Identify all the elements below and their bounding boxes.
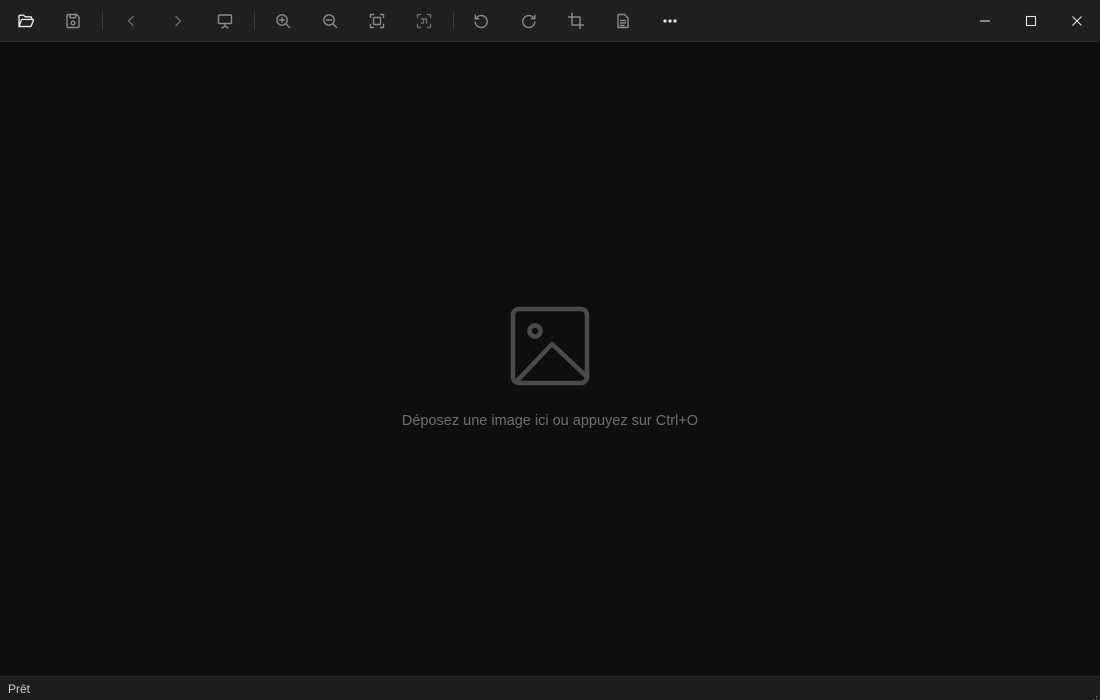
- close-button[interactable]: [1054, 0, 1100, 41]
- resize-grip-icon[interactable]: [1088, 689, 1098, 700]
- toolbar-separator: [453, 11, 454, 30]
- zoom-in-button[interactable]: [266, 4, 300, 38]
- document-info-icon: [617, 13, 629, 29]
- rotate-right-icon: [522, 14, 536, 29]
- slideshow-icon: [217, 14, 233, 29]
- toolbar-separator: [102, 11, 103, 30]
- crop-icon: [567, 12, 585, 30]
- chevron-left-icon: [127, 15, 134, 27]
- image-placeholder-icon: [510, 306, 590, 386]
- actual-size-button[interactable]: [407, 4, 441, 38]
- image-viewer-window: Déposez une image ici ou appuyez sur Ctr…: [0, 0, 1100, 700]
- rotate-left-button[interactable]: [464, 4, 498, 38]
- folder-open-icon: [18, 14, 35, 28]
- zoom-out-icon: [323, 14, 338, 29]
- status-text: Prêt: [8, 682, 31, 696]
- info-button[interactable]: [606, 4, 640, 38]
- actual-size-icon: [416, 13, 432, 29]
- more-button[interactable]: [653, 4, 687, 38]
- maximize-icon: [1025, 15, 1037, 26]
- save-button[interactable]: [56, 4, 90, 38]
- minimize-icon: [980, 19, 990, 22]
- minimize-button[interactable]: [962, 0, 1008, 41]
- rotate-left-icon: [474, 14, 488, 29]
- fit-to-window-button[interactable]: [360, 4, 394, 38]
- zoom-in-icon: [276, 14, 291, 29]
- save-icon: [66, 13, 80, 29]
- chevron-right-icon: [175, 15, 182, 27]
- previous-button[interactable]: [114, 4, 148, 38]
- zoom-out-button[interactable]: [313, 4, 347, 38]
- crop-button[interactable]: [559, 4, 593, 38]
- toolbar: [0, 0, 1100, 42]
- maximize-button[interactable]: [1008, 0, 1054, 41]
- open-button[interactable]: [9, 4, 43, 38]
- drop-hint-text: Déposez une image ici ou appuyez sur Ctr…: [401, 413, 699, 429]
- next-button[interactable]: [161, 4, 195, 38]
- image-canvas[interactable]: Déposez une image ici ou appuyez sur Ctr…: [0, 42, 1100, 675]
- toolbar-separator: [254, 11, 255, 30]
- slideshow-button[interactable]: [208, 4, 242, 38]
- rotate-right-button[interactable]: [512, 4, 546, 38]
- close-icon: [1072, 15, 1082, 26]
- more-horizontal-icon: [663, 19, 677, 23]
- status-bar: Prêt: [0, 676, 1100, 700]
- fit-to-window-icon: [369, 13, 385, 29]
